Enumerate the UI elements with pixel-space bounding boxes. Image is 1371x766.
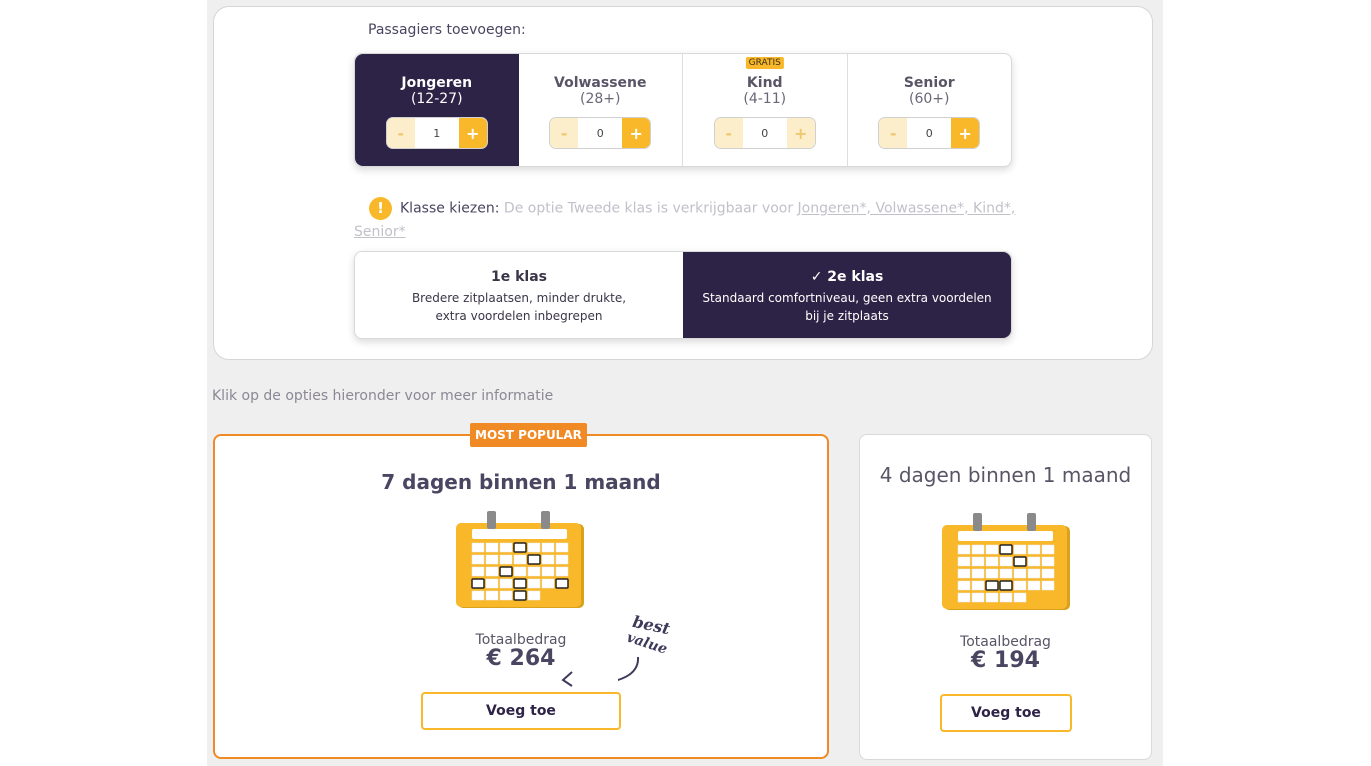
quantity-value[interactable]: 0 — [578, 118, 622, 148]
passenger-name: Volwassene — [554, 75, 647, 91]
total-amount: € 194 — [971, 648, 1040, 673]
increment-button[interactable]: + — [622, 118, 651, 148]
increment-button[interactable]: + — [458, 118, 487, 148]
decrement-button[interactable]: - — [386, 118, 415, 148]
decrement-button[interactable]: - — [714, 118, 743, 148]
arrow-head-icon — [561, 671, 573, 687]
class-label: Klasse kiezen: — [400, 200, 500, 217]
decrement-button[interactable]: - — [879, 118, 908, 148]
quantity-value[interactable]: 0 — [907, 118, 951, 148]
passenger-jongeren[interactable]: Jongeren (12-27) - 1 + — [355, 54, 519, 166]
class-option-name: 1e klas — [491, 269, 547, 285]
quantity-value[interactable]: 0 — [743, 118, 787, 148]
class-option-name: 2e klas — [827, 269, 884, 285]
warning-icon: ! — [369, 197, 392, 220]
check-icon: ✓ — [810, 269, 823, 285]
passenger-age-range: (28+) — [580, 91, 621, 107]
best-value-annotation: best value — [618, 612, 672, 681]
quantity-stepper: - 1 + — [385, 117, 488, 149]
add-button[interactable]: Voeg toe — [940, 694, 1072, 732]
class-note-text: De optie Tweede klas is verkrijgbaar voo… — [503, 200, 794, 217]
calendar-icon — [942, 513, 1070, 610]
passengers-title: Passagiers toevoegen: — [368, 22, 526, 38]
class-note: ! Klasse kiezen: De optie Tweede klas is … — [354, 197, 1034, 244]
quantity-stepper: - 0 + — [549, 117, 652, 149]
passenger-kind[interactable]: GRATIS Kind (4-11) - 0 + — [683, 54, 848, 166]
passenger-name: Kind — [746, 75, 783, 91]
quantity-stepper: - 0 + — [878, 117, 981, 149]
class-option-first[interactable]: 1e klas Bredere zitplaatsen, minder druk… — [355, 252, 683, 338]
class-option-second[interactable]: ✓ 2e klas Standaard comfortniveau, geen … — [683, 252, 1011, 338]
quantity-stepper: - 0 + — [713, 117, 816, 149]
increment-button[interactable]: + — [786, 118, 815, 148]
passenger-volwassene[interactable]: Volwassene (28+) - 0 + — [519, 54, 683, 166]
passenger-senior[interactable]: Senior (60+) - 0 + — [848, 54, 1012, 166]
gratis-badge: GRATIS — [745, 57, 784, 69]
add-button[interactable]: Voeg toe — [421, 692, 621, 730]
info-text: Klik op de opties hieronder voor meer in… — [212, 388, 554, 404]
class-option-title: ✓ 2e klas — [683, 269, 1011, 285]
offer-title: 7 dagen binnen 1 maand — [381, 470, 661, 494]
passenger-selector: Jongeren (12-27) - 1 + Volwassene (28+) … — [354, 53, 1012, 167]
class-option-description: Bredere zitplaatsen, minder drukte, extr… — [411, 291, 627, 323]
most-popular-badge: MOST POPULAR — [470, 423, 587, 447]
passenger-name: Jongeren — [401, 75, 473, 91]
class-selector: 1e klas Bredere zitplaatsen, minder druk… — [354, 251, 1012, 339]
calendar-icon — [456, 511, 584, 608]
quantity-value[interactable]: 1 — [415, 118, 459, 148]
offer-title: 4 dagen binnen 1 maand — [879, 463, 1132, 487]
increment-button[interactable]: + — [951, 118, 980, 148]
class-option-description: Standaard comfortniveau, geen extra voor… — [702, 291, 992, 323]
total-amount: € 264 — [486, 646, 556, 671]
decrement-button[interactable]: - — [550, 118, 579, 148]
passenger-age-range: (60+) — [909, 91, 950, 107]
passenger-age-range: (4-11) — [743, 91, 787, 107]
passenger-name: Senior — [903, 75, 955, 91]
passenger-age-range: (12-27) — [410, 91, 463, 107]
